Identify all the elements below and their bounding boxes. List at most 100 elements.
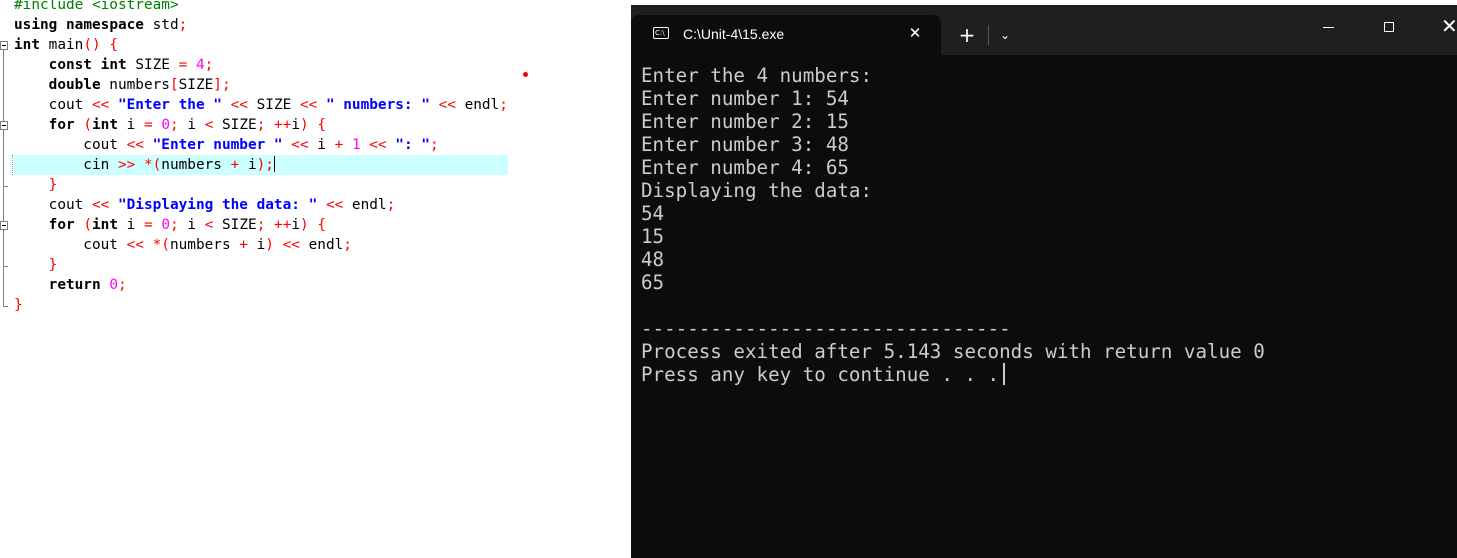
code-token: 4 (195, 57, 205, 73)
code-token: cout (14, 237, 127, 253)
terminal-tab[interactable]: C:\ C:\Unit-4\15.exe ✕ (631, 15, 941, 55)
code-token: endl (455, 97, 500, 113)
code-line[interactable]: } (14, 255, 508, 275)
code-token: for (48, 117, 75, 133)
code-token: *( (152, 237, 170, 253)
chevron-down-icon[interactable]: ⌄ (995, 24, 1015, 46)
code-lines[interactable]: #include <iostream> using namespace std; i… (12, 0, 508, 315)
code-token: ) (300, 117, 309, 133)
tab-title: C:\Unit-4\15.exe (683, 26, 785, 42)
code-token: } (48, 177, 58, 193)
marker-dot (523, 72, 528, 77)
code-line[interactable]: #include <iostream> (14, 0, 508, 15)
code-token: >> (117, 157, 136, 173)
code-token: << (91, 197, 110, 213)
code-token: " numbers: " (325, 97, 430, 113)
code-token: ( (83, 117, 92, 133)
console-line: 15 (641, 225, 1265, 248)
console-cursor (1003, 363, 1006, 385)
new-tab-button[interactable]: + (957, 24, 977, 46)
tab-divider (988, 25, 989, 45)
console-line: Enter the 4 numbers: (641, 64, 1265, 87)
code-token: << (299, 97, 318, 113)
fold-toggle-main[interactable] (0, 41, 8, 50)
code-token: ) (265, 237, 274, 253)
fold-toggle-for-2[interactable] (0, 221, 8, 230)
console-line-text: Enter number 4: 65 (641, 156, 849, 179)
console-line: Enter number 2: 15 (641, 110, 1265, 133)
code-token: = (144, 117, 153, 133)
fold-gutter (0, 0, 12, 558)
code-line[interactable]: cout << "Enter number " << i + 1 << ": "… (14, 135, 508, 155)
code-token: ; (117, 277, 127, 293)
code-token: ( (83, 217, 92, 233)
text-caret (273, 156, 275, 172)
code-line[interactable]: double numbers[SIZE]; (14, 75, 508, 95)
code-token: return (48, 277, 101, 293)
code-line[interactable]: int main() { (14, 35, 508, 55)
code-token: ); (256, 157, 274, 173)
minimize-button[interactable] (1311, 13, 1347, 43)
code-token: #include <iostream> (14, 0, 179, 13)
console-line-text: Enter number 2: 15 (641, 110, 849, 133)
fold-guide (3, 230, 4, 266)
code-line[interactable]: } (14, 175, 508, 195)
code-token: { (317, 117, 327, 133)
code-line[interactable]: } (14, 295, 508, 315)
code-token: { (317, 217, 327, 233)
code-token: 0 (161, 117, 171, 133)
code-line[interactable]: const int SIZE = 4; (14, 55, 508, 75)
code-token: SIZE (247, 97, 300, 113)
code-line[interactable]: return 0; (14, 275, 508, 295)
console-output[interactable]: Enter the 4 numbers: Enter number 1: 54 En… (641, 64, 1265, 386)
code-token: { (109, 37, 118, 53)
console-line-text: Enter the 4 numbers: (641, 64, 873, 87)
code-token: << (126, 237, 144, 253)
code-token: << (282, 237, 300, 253)
close-tab-icon[interactable]: ✕ (906, 24, 924, 42)
code-line[interactable]: using namespace std; (14, 15, 508, 35)
code-line-active[interactable]: cin >> *(numbers + i); (12, 155, 508, 175)
code-token: i (118, 217, 144, 233)
close-window-button[interactable]: ✕ (1431, 11, 1457, 41)
console-line-text: 65 (641, 271, 665, 294)
code-token: ++ (274, 217, 292, 233)
code-token: 0 (109, 277, 118, 293)
code-token: SIZE (178, 77, 214, 93)
fold-toggle-for-1[interactable] (0, 121, 8, 130)
terminal-window[interactable]: C:\ C:\Unit-4\15.exe ✕ + ⌄ ✕ Enter the 4… (631, 5, 1457, 558)
console-line: 65 (641, 271, 1265, 294)
code-line[interactable]: for (int i = 0; i < SIZE; ++i) { (14, 115, 508, 135)
code-token: << (438, 97, 456, 113)
fold-guide (3, 266, 4, 306)
code-token: i (178, 117, 205, 133)
maximize-button[interactable] (1371, 13, 1407, 43)
code-token: ; (170, 117, 179, 133)
code-token: [ (169, 77, 179, 93)
fold-guide (3, 186, 4, 221)
code-line[interactable]: cout << "Enter the " << SIZE << " number… (14, 95, 508, 115)
code-token: + (230, 157, 240, 173)
code-editor[interactable]: #include <iostream> using namespace std; i… (0, 0, 640, 558)
code-line[interactable]: cout << *(numbers + i) << endl; (14, 235, 508, 255)
code-line[interactable]: for (int i = 0; i < SIZE; ++i) { (14, 215, 508, 235)
code-token: int (100, 57, 127, 73)
code-token: ; (170, 217, 179, 233)
fold-guide (3, 130, 4, 186)
code-line[interactable]: cout << "Displaying the data: " << endl; (14, 195, 508, 215)
code-token: *( (143, 157, 162, 173)
code-token: ]; (213, 77, 231, 93)
code-token: "Enter the " (117, 97, 222, 113)
